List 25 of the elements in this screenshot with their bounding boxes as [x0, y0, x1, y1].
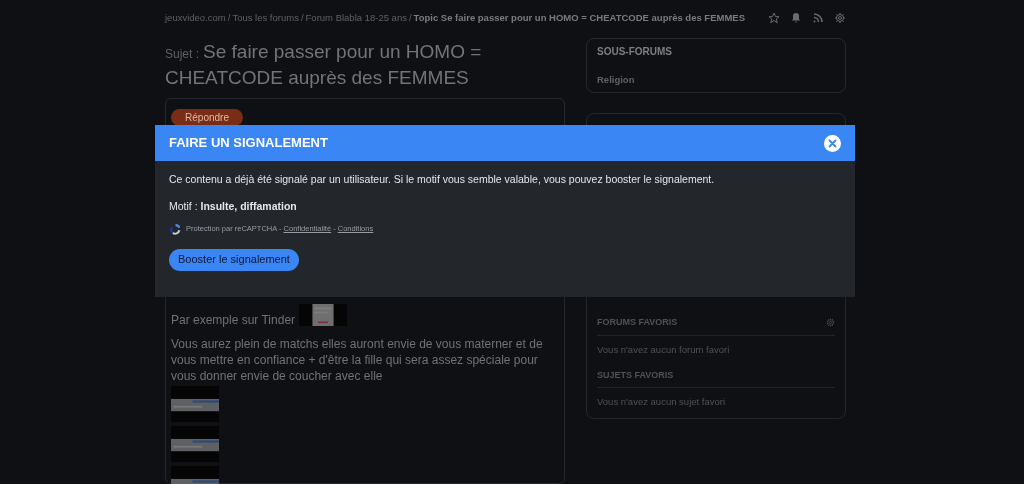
- breadcrumb-link[interactable]: jeuxvideo.com: [165, 10, 226, 26]
- post-text: Vous aurez plein de matchs elles auront envie de vous materner et de vous mettre en confiance + d'être la fille qui sera assez spéciale pour vous donner envie de coucher avec elle: [171, 336, 544, 384]
- breadcrumb-separator: /: [300, 10, 304, 25]
- close-icon[interactable]: [824, 134, 841, 152]
- boost-button[interactable]: Booster le signalement: [169, 248, 299, 271]
- motif-text: Motif : Insulte, diffamation: [169, 198, 298, 214]
- post-text: Par exemple sur Tinder: [171, 312, 296, 328]
- bell-icon[interactable]: [790, 12, 802, 24]
- breadcrumb-current: Topic Se faire passer pour un HOMO = CHEATCODE auprès des FEMMES: [413, 10, 745, 25]
- subforum-link[interactable]: Religion: [597, 73, 835, 88]
- rss-icon[interactable]: [812, 12, 824, 24]
- modal-title: FAIRE UN SIGNALEMENT: [169, 134, 328, 153]
- breadcrumb-separator: /: [227, 10, 231, 25]
- breadcrumb-separator: /: [408, 10, 412, 25]
- card-heading: SOUS-FORUMS: [597, 45, 673, 59]
- breadcrumb-link[interactable]: Tous les forums: [232, 10, 299, 26]
- breadcrumb-link[interactable]: Forum Blabla 18-25 ans: [305, 10, 407, 26]
- star-icon[interactable]: [768, 12, 780, 24]
- settings-icon[interactable]: [826, 318, 835, 328]
- topic-title: Sujet : Se faire passer pour un HOMO = CHEATCODE auprès des FEMMES: [165, 40, 483, 90]
- section-heading: SUJETS FAVORIS: [597, 368, 674, 382]
- recaptcha-icon: [169, 222, 182, 236]
- modal-message: Ce contenu a déjà été signalé par un utilisateur. Si le motif vous semble valable, vous pouvez booster le signalement.: [169, 172, 716, 187]
- section-heading: FORUMS FAVORIS: [597, 316, 678, 329]
- settings-icon[interactable]: [834, 12, 846, 24]
